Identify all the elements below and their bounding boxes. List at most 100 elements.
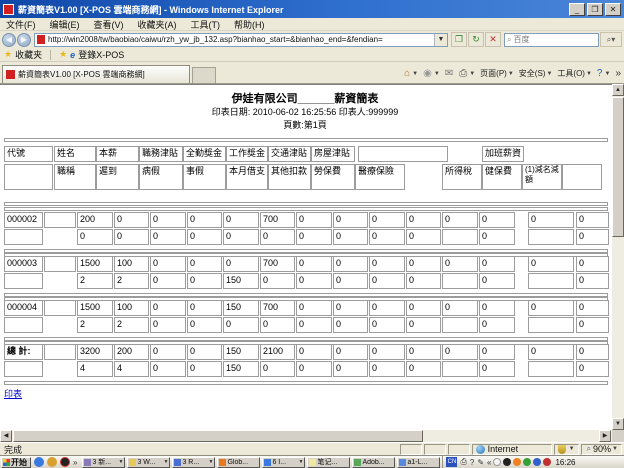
qq-tray-icon[interactable] (503, 458, 511, 466)
table-cell: 0 (576, 317, 609, 333)
help-tray-icon[interactable]: ? (470, 458, 474, 467)
media-tray-icon[interactable] (543, 458, 551, 466)
restore-button[interactable]: ❐ (587, 3, 603, 16)
table-cell: 1500 (77, 256, 113, 272)
compatibility-view-button[interactable]: ❐ (451, 32, 467, 47)
table-cell: 700 (260, 212, 295, 228)
scroll-down-icon[interactable]: ▼ (612, 418, 624, 430)
taskbar-button-1[interactable]: 3 W...▼ (127, 457, 170, 468)
address-dropdown-icon[interactable]: ▼ (434, 34, 447, 46)
taskbar-button-5[interactable]: 笔记... (307, 457, 350, 468)
table-cell: 150 (223, 300, 259, 316)
quicklaunch-qq-icon[interactable] (60, 457, 70, 467)
feeds-icon[interactable]: ◉▼ (423, 68, 440, 79)
quicklaunch-overflow-icon[interactable]: » (73, 458, 77, 467)
alert-tray-icon[interactable] (513, 458, 521, 466)
mail-icon[interactable]: ✉ (445, 68, 454, 79)
address-input[interactable]: http://win2008/tw/baobiao/caiwu/rzh_yw_j… (34, 33, 448, 47)
menu-item-3[interactable]: 收藏夹(A) (138, 18, 177, 31)
table-cell: 150 (223, 273, 259, 289)
menu-item-4[interactable]: 工具(T) (191, 18, 221, 31)
table-cell: 3200 (77, 344, 113, 360)
taskbar-button-0[interactable]: 3 新...▼ (82, 457, 125, 468)
search-go-button[interactable]: ⌕▾ (600, 32, 622, 47)
protected-mode-panel[interactable]: ▼ (554, 444, 579, 455)
table-cell: 0 (576, 212, 609, 228)
cmd-工具(O)[interactable]: 工具(O)▼ (557, 68, 592, 79)
help-icon[interactable]: ?▼ (597, 68, 611, 79)
column-header-empty (4, 164, 53, 190)
table-cell: 200 (114, 344, 149, 360)
back-button[interactable]: ◀ (2, 33, 16, 47)
quicklaunch-mail-icon[interactable] (47, 457, 57, 467)
taskbar-button-label: 3 R... (182, 459, 208, 466)
quicklaunch-ie-icon[interactable] (34, 457, 44, 467)
table-cell: 0 (296, 273, 332, 289)
antivirus-tray-icon[interactable] (523, 458, 531, 466)
scroll-right-icon[interactable]: ▶ (599, 430, 611, 442)
table-cell: 0 (369, 273, 405, 289)
table-cell: 0 (114, 212, 149, 228)
search-input[interactable]: ⌕ 百度 (504, 33, 599, 47)
language-indicator[interactable]: CN (446, 457, 457, 467)
taskbar-button-3[interactable]: Glob... (217, 457, 260, 468)
favorites-bar: ★ 收藏夹 ★ e 登錄X-POS (0, 48, 624, 62)
table-cell: 0 (442, 344, 478, 360)
menu-item-1[interactable]: 编辑(E) (50, 18, 80, 31)
forward-button[interactable]: ▶ (17, 33, 31, 47)
table-cell: 0 (333, 344, 368, 360)
printer-tray-icon[interactable]: ⎙ (460, 457, 466, 467)
minimize-button[interactable]: _ (569, 3, 585, 16)
tab-active[interactable]: 薪資簡表V1.00 [X-POS 雲端商務網] (2, 65, 190, 83)
zoom-control[interactable]: ⌕ 90% ▼ (581, 444, 622, 455)
page-content: 伊娃有限公司______薪資簡表 印表日期: 2010-06-02 16:25:… (0, 84, 624, 430)
menu-item-2[interactable]: 查看(V) (94, 18, 124, 31)
table-cell: 0 (150, 229, 186, 245)
internet-zone-icon (476, 445, 485, 454)
table-cell (4, 361, 43, 377)
cmd-安全(S)[interactable]: 安全(S)▼ (519, 68, 553, 79)
new-tab-stub[interactable] (192, 67, 216, 83)
taskbar-button-7[interactable]: a1-L... (397, 457, 440, 468)
close-button[interactable]: ✕ (605, 3, 621, 16)
status-panel (448, 444, 470, 455)
messenger-tray-icon[interactable] (533, 458, 541, 466)
input-method-icon[interactable]: ✎ (477, 458, 484, 467)
table-cell: 700 (260, 300, 295, 316)
stop-button[interactable]: ✕ (485, 32, 501, 47)
table-cell: 0 (442, 256, 478, 272)
add-favorite-icon[interactable]: ★ (59, 49, 67, 60)
table-cell: 0 (296, 317, 332, 333)
table-cell: 0 (406, 344, 441, 360)
table-cell: 0 (333, 256, 368, 272)
chevron-down-icon: ▼ (569, 446, 575, 452)
favorites-button[interactable]: 收藏夹 (15, 48, 42, 61)
taskbar-button-4[interactable]: 6 I...▼ (262, 457, 305, 468)
table-cell: 0 (576, 256, 609, 272)
app-icon (3, 4, 14, 15)
table-separator (4, 381, 608, 385)
scroll-up-icon[interactable]: ▲ (612, 84, 624, 96)
scroll-left-icon[interactable]: ◀ (0, 430, 12, 442)
table-cell: 0 (150, 256, 186, 272)
menu-item-5[interactable]: 帮助(H) (234, 18, 265, 31)
taskbar-button-icon (399, 459, 406, 466)
print-icon[interactable]: ⎙▼ (459, 68, 475, 79)
table-cell: 0 (333, 212, 368, 228)
more-icon[interactable]: » (615, 68, 622, 79)
home-icon[interactable]: ⌂▼ (404, 68, 418, 79)
menu-item-0[interactable]: 文件(F) (6, 18, 36, 31)
document-tray-icon[interactable] (493, 458, 501, 466)
more-glyph: » (615, 68, 621, 79)
vertical-scroll-thumb[interactable] (612, 97, 624, 237)
taskbar-button-2[interactable]: 3 R...▼ (172, 457, 215, 468)
table-cell (528, 273, 574, 289)
taskbar-button-6[interactable]: Adob... (352, 457, 395, 468)
favorites-link-xpos[interactable]: 登錄X-POS (78, 48, 124, 61)
employee-code-cell: 000002 (4, 212, 43, 228)
horizontal-scroll-thumb[interactable] (13, 430, 423, 442)
start-button[interactable]: 开始 (1, 457, 31, 468)
refresh-button[interactable]: ↻ (468, 32, 484, 47)
print-link[interactable]: 印表 (4, 387, 22, 400)
cmd-页面(P)[interactable]: 页面(P)▼ (480, 68, 514, 79)
